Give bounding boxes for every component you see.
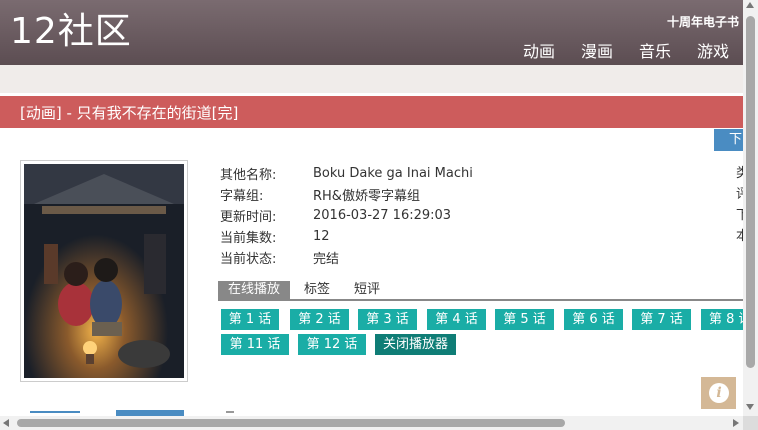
tab-reviews[interactable]: 短评 — [344, 281, 390, 299]
info-value: 12 — [313, 229, 330, 244]
scroll-left-icon[interactable] — [3, 419, 9, 427]
close-player-button[interactable]: 关闭播放器 — [375, 334, 456, 355]
vertical-scrollbar[interactable] — [743, 0, 758, 416]
download-button[interactable]: 下 — [714, 129, 743, 151]
nav-item-manga[interactable]: 漫画 — [581, 38, 613, 62]
tab-bar: 在线播放 标签 短评 — [218, 281, 743, 301]
scrollbar-corner — [743, 416, 758, 430]
episode-button[interactable]: 第 3 话 — [358, 309, 417, 330]
info-value: Boku Dake ga Inai Machi — [313, 166, 473, 181]
sub-bar — [0, 65, 743, 93]
info-key: 字幕组: — [220, 189, 264, 204]
episode-button[interactable]: 第 6 话 — [564, 309, 623, 330]
info-icon: i — [709, 383, 729, 403]
episode-button[interactable]: 第 1 话 — [221, 309, 279, 330]
ebook-link[interactable]: 十周年电子书 — [667, 13, 739, 30]
poster-image — [20, 160, 188, 382]
episode-button[interactable]: 第 12 话 — [298, 334, 366, 355]
episode-button[interactable]: 第 5 话 — [495, 309, 554, 330]
info-value: 2016-03-27 16:29:03 — [313, 208, 452, 223]
nav-item-games[interactable]: 游戏 — [697, 38, 729, 62]
title-bar: [动画] - 只有我不存在的街道[完] — [0, 96, 743, 128]
nav-item-anime[interactable]: 动画 — [523, 38, 555, 62]
horizontal-scroll-thumb[interactable] — [17, 419, 565, 427]
bottom-partial-content — [0, 408, 743, 416]
site-logo[interactable]: 12社区 — [10, 12, 132, 52]
horizontal-scrollbar[interactable] — [0, 416, 743, 430]
episode-button[interactable]: 第 8 话 — [701, 309, 743, 330]
info-key: 当前集数: — [220, 231, 277, 246]
info-row: 字幕组: RH&傲娇零字幕组 — [220, 184, 473, 205]
vertical-scroll-thumb[interactable] — [746, 16, 755, 368]
scroll-down-icon[interactable] — [746, 404, 754, 410]
tab-tags[interactable]: 标签 — [294, 281, 340, 299]
nav-item-music[interactable]: 音乐 — [639, 38, 671, 62]
scroll-up-icon[interactable] — [746, 2, 754, 8]
info-key: 更新时间: — [220, 210, 277, 225]
episode-button[interactable]: 第 11 话 — [221, 334, 289, 355]
bottom-link-fragment — [30, 411, 80, 413]
episode-button[interactable]: 第 4 话 — [427, 309, 486, 330]
info-row: 当前状态: 完结 — [220, 247, 473, 268]
page-title: [动画] - 只有我不存在的街道[完] — [20, 104, 239, 122]
bottom-text-fragment — [226, 411, 234, 413]
info-row: 其他名称: Boku Dake ga Inai Machi — [220, 163, 473, 184]
info-value: RH&傲娇零字幕组 — [313, 189, 420, 204]
episode-button[interactable]: 第 7 话 — [632, 309, 691, 330]
site-header: 12社区 十周年电子书 动画 漫画 音乐 游戏 — [0, 0, 743, 65]
tab-online-play[interactable]: 在线播放 — [218, 281, 291, 299]
info-panel: 其他名称: Boku Dake ga Inai Machi 字幕组: RH&傲娇… — [220, 163, 473, 268]
info-row: 更新时间: 2016-03-27 16:29:03 — [220, 205, 473, 226]
info-key: 当前状态: — [220, 252, 277, 267]
info-row: 当前集数: 12 — [220, 226, 473, 247]
main-nav: 动画 漫画 音乐 游戏 — [497, 38, 729, 62]
episode-button[interactable]: 第 2 话 — [290, 309, 349, 330]
info-button[interactable]: i — [701, 377, 736, 409]
info-key: 其他名称: — [220, 168, 277, 183]
scroll-right-icon[interactable] — [733, 419, 739, 427]
info-value: 完结 — [313, 252, 340, 267]
